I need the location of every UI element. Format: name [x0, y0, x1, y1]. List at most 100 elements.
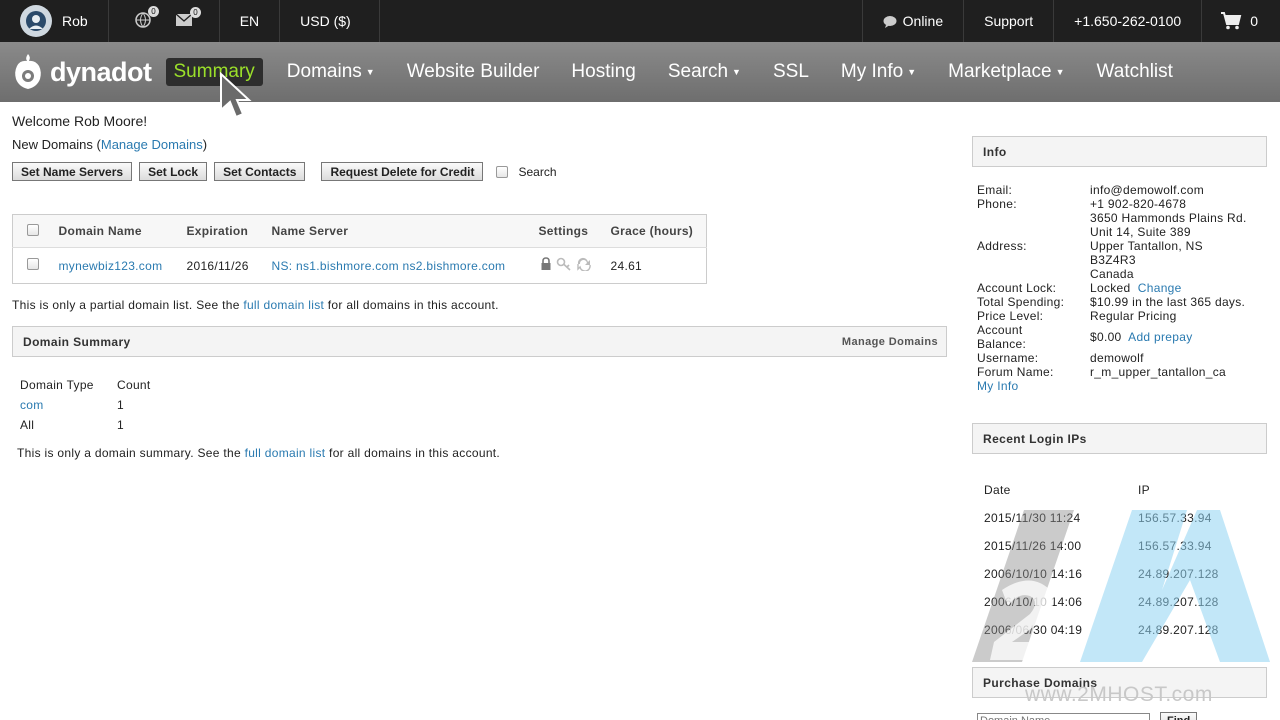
spending-value: $10.99 in the last 365 days. — [1090, 295, 1246, 309]
domain-action-bar: Set Name Servers Set Lock Set Contacts R… — [12, 162, 557, 181]
table-row: com 1 — [20, 398, 124, 412]
change-lock-link[interactable]: Change — [1138, 281, 1182, 295]
row-checkbox[interactable] — [27, 258, 39, 270]
table-row: 2015/11/30 11:24 156.57.33.94 — [984, 511, 1212, 525]
domain-type-link[interactable]: com — [20, 398, 44, 412]
settings-cell — [533, 248, 605, 284]
chevron-down-icon: ▼ — [732, 67, 741, 77]
top-bar: Rob 0 0 EN USD ($) Online Support +1.650… — [0, 0, 1280, 42]
dynadot-logo[interactable]: dynadot — [12, 52, 152, 92]
partial-list-note: This is only a partial domain list. See … — [12, 298, 499, 312]
nav-watchlist[interactable]: Watchlist — [1081, 42, 1189, 102]
col-date: Date — [984, 483, 1011, 497]
email-value: info@demowolf.com — [1090, 183, 1204, 197]
recent-logins-table: Date IP 2015/11/30 11:24 156.57.33.94 201… — [984, 476, 1219, 644]
user-menu[interactable]: Rob — [0, 0, 109, 42]
domain-search-input[interactable] — [977, 713, 1150, 720]
table-row: 2015/11/26 14:00 156.57.33.94 — [984, 539, 1212, 553]
chat-bubble-icon — [883, 15, 897, 28]
col-settings: Settings — [532, 214, 605, 248]
request-delete-button[interactable]: Request Delete for Credit — [321, 162, 484, 181]
purchase-domains-header: Purchase Domains — [972, 667, 1267, 698]
table-row: mynewbiz123.com 2016/11/26 NS: ns1.bishm… — [13, 248, 707, 284]
set-name-servers-button[interactable]: Set Name Servers — [12, 162, 133, 181]
col-count: Count — [117, 378, 151, 392]
chevron-down-icon: ▼ — [1055, 67, 1065, 77]
my-info-link[interactable]: My Info — [977, 379, 1018, 393]
messages-button[interactable]: 0 — [175, 6, 201, 30]
summary-full-domain-list-link[interactable]: full domain list — [245, 446, 326, 460]
online-chat[interactable]: Online — [861, 0, 965, 42]
cart-icon — [1221, 12, 1242, 30]
user-avatar-icon — [26, 11, 46, 31]
nav-marketplace[interactable]: Marketplace ▼ — [932, 42, 1080, 102]
cart-button[interactable]: 0 — [1202, 0, 1280, 42]
find-button[interactable]: Find — [1160, 712, 1198, 720]
col-grace[interactable]: Grace (hours) — [604, 214, 707, 248]
table-row: 2006/06/30 04:19 24.89.207.128 — [984, 623, 1219, 637]
nav-my-info[interactable]: My Info ▼ — [825, 42, 932, 102]
forwarding-icon[interactable] — [576, 257, 592, 272]
select-all-checkbox[interactable] — [27, 223, 39, 236]
nav-domains[interactable]: Domains ▼ — [271, 42, 391, 102]
full-domain-list-link[interactable]: full domain list — [243, 298, 324, 312]
notifications-area: 0 0 — [109, 0, 220, 42]
search-checkbox[interactable] — [496, 165, 509, 178]
nav-ssl[interactable]: SSL — [757, 42, 825, 102]
phone-number: +1.650-262-0100 — [1054, 0, 1203, 42]
support-link[interactable]: Support — [964, 0, 1055, 42]
name-server-link[interactable]: NS: ns1.bishmore.com ns2.bishmore.com — [272, 259, 506, 273]
domain-summary-title: Domain Summary — [23, 334, 131, 349]
col-domain-type: Domain Type — [20, 378, 94, 392]
col-name-server[interactable]: Name Server — [265, 214, 533, 248]
globe-button[interactable]: 0 — [134, 5, 159, 31]
balance-value: $0.00 — [1090, 330, 1122, 344]
lock-icon[interactable] — [539, 257, 553, 271]
logo-text: dynadot — [50, 56, 152, 87]
dynadot-logo-icon — [15, 54, 41, 89]
key-icon[interactable] — [556, 257, 572, 271]
domain-summary-header: Domain Summary Manage Domains — [12, 326, 947, 357]
summary-note: This is only a domain summary. See the f… — [17, 446, 501, 460]
cart-count: 0 — [1250, 13, 1258, 29]
table-row: 2006/10/10 14:06 24.89.207.128 — [984, 595, 1219, 609]
nav-hosting[interactable]: Hosting — [555, 42, 651, 102]
welcome-message: Welcome Rob Moore! — [12, 113, 148, 129]
new-domains-heading: New Domains (Manage Domains) — [12, 137, 208, 152]
set-contacts-button[interactable]: Set Contacts — [214, 162, 306, 181]
notifications-badge: 0 — [148, 5, 159, 17]
avatar[interactable] — [20, 5, 52, 37]
table-row: All 1 — [20, 418, 124, 432]
phone-value: +1 902-820-4678 — [1090, 197, 1187, 211]
search-checkbox-label: Search — [518, 164, 557, 179]
expiration-value: 2016/11/26 — [186, 258, 249, 273]
add-prepay-link[interactable]: Add prepay — [1128, 330, 1192, 344]
online-label: Online — [902, 13, 944, 29]
recent-logins-header: Recent Login IPs — [972, 423, 1267, 454]
domain-link[interactable]: mynewbiz123.com — [59, 259, 163, 273]
col-expiration[interactable]: Expiration — [180, 214, 266, 248]
language-selector[interactable]: EN — [220, 0, 281, 42]
nav-website-builder[interactable]: Website Builder — [391, 42, 556, 102]
messages-badge: 0 — [190, 6, 201, 18]
grace-value: 24.61 — [610, 258, 643, 273]
chevron-down-icon: ▼ — [365, 67, 375, 77]
info-panel-header: Info — [972, 136, 1267, 167]
col-domain-name[interactable]: Domain Name — [52, 214, 181, 248]
domain-summary-table: Domain Type Count com 1 All 1 — [20, 375, 171, 435]
mouse-cursor-icon — [220, 72, 252, 119]
lock-value: Locked — [1090, 281, 1131, 295]
set-lock-button[interactable]: Set Lock — [139, 162, 208, 181]
user-name: Rob — [62, 13, 88, 29]
currency-selector[interactable]: USD ($) — [280, 0, 380, 42]
domain-table: Domain Name Expiration Name Server Setti… — [12, 214, 707, 284]
manage-domains-link[interactable]: Manage Domains — [101, 137, 203, 152]
summary-manage-domains-link[interactable]: Manage Domains — [842, 336, 938, 348]
chevron-down-icon: ▼ — [907, 67, 917, 77]
info-panel: Email: info@demowolf.com Phone: +1 902-820… — [977, 183, 1272, 393]
table-row: 2006/10/10 14:16 24.89.207.128 — [984, 567, 1219, 581]
main-nav: dynadot Summary Domains ▼ Website Builder… — [0, 42, 1280, 102]
nav-search[interactable]: Search ▼ — [652, 42, 757, 102]
forum-name-value: r_m_upper_tantallon_ca — [1090, 365, 1227, 379]
price-level-value: Regular Pricing — [1090, 309, 1177, 323]
